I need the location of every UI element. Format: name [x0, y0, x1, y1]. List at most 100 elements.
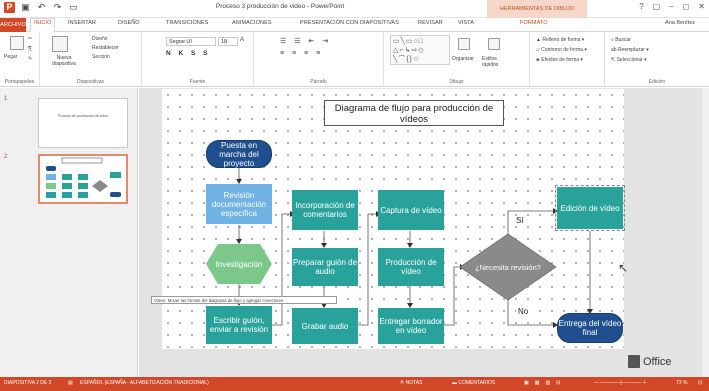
paste-icon[interactable]: [10, 36, 24, 50]
node-text: Entregar borrador en vídeo: [379, 317, 443, 335]
undo-icon[interactable]: ↶: [36, 2, 47, 13]
tab-inicio[interactable]: INICIO: [30, 18, 56, 32]
group-label: Dibujo: [449, 79, 464, 85]
vertical-scrollbar[interactable]: [701, 88, 709, 377]
tab-formato[interactable]: FORMATO: [520, 20, 548, 26]
redo-icon[interactable]: ↷: [52, 2, 63, 13]
cut-icon[interactable]: ✂: [28, 36, 32, 42]
shape-outline-button[interactable]: ▱ Contorno de forma ▾: [536, 47, 587, 53]
office-logo: Office: [628, 355, 672, 368]
node-text: Captura de vídeo: [380, 205, 442, 215]
group-label: Párrafo: [310, 79, 327, 85]
save-icon[interactable]: ▣: [20, 2, 31, 13]
language-indicator[interactable]: ESPAÑOL (ESPAÑA - ALFABETIZACIÓN TRADICI…: [80, 380, 209, 386]
select-button[interactable]: ⇱ Seleccionar ▾: [611, 57, 647, 63]
list-buttons[interactable]: ☰ ☰ ⇤ ⇥: [280, 37, 331, 45]
proofing-icon[interactable]: ▤: [68, 380, 73, 386]
notes-button[interactable]: ≜ NOTAS: [400, 380, 422, 386]
label-no: No: [516, 307, 531, 316]
slide-thumbnail-2[interactable]: [38, 154, 128, 204]
node-captura-video[interactable]: Captura de vídeo: [378, 190, 444, 230]
node-entrega-final[interactable]: Entrega del vídeo final: [557, 313, 623, 343]
node-text: Producción de vídeo: [385, 258, 437, 276]
paste-button[interactable]: Pegar: [4, 54, 17, 60]
node-text: ¿Necesita revisión?: [475, 262, 541, 272]
node-text: Investigación: [215, 259, 263, 269]
close-icon[interactable]: ✕: [698, 2, 705, 11]
tab-presentacion[interactable]: PRESENTACIÓN CON DIAPOSITIVAS: [300, 20, 399, 26]
comments-label: COMENTARIOS: [458, 380, 496, 386]
fit-slide-icon[interactable]: ⊡: [698, 380, 702, 386]
document-title: Proceso 3 producción de video - PowerPoi…: [215, 3, 345, 10]
slide-thumbnail-1[interactable]: Proceso de producción de vídeo: [38, 98, 128, 148]
tab-transiciones[interactable]: TRANSICIONES: [166, 20, 208, 26]
node-revision-documentacion[interactable]: Revisión documentación específica: [206, 184, 272, 224]
font-name-box[interactable]: Segoe UI: [166, 37, 216, 46]
new-slide-icon[interactable]: [52, 36, 68, 52]
quick-styles-button[interactable]: Estilos rápidos: [482, 56, 512, 68]
shape-effects-button[interactable]: ◈ Efectos de forma ▾: [536, 57, 583, 63]
shapes-gallery[interactable]: ▭╲▭○□ △⌐↳⇨◇ ╲⌒{}☆: [390, 35, 450, 65]
tab-animaciones[interactable]: ANIMACIONES: [232, 20, 272, 26]
tab-diseno[interactable]: DISEÑO: [118, 20, 140, 26]
node-necesita-revision[interactable]: ¿Necesita revisión?: [474, 251, 542, 283]
node-escribir-guion[interactable]: Escribir guión, enviar a revisión: [206, 306, 272, 344]
slide-2[interactable]: Puesta en marcha del proyecto Revisión d…: [162, 89, 628, 349]
tab-insertar[interactable]: INSERTAR: [68, 20, 96, 26]
font-format-buttons[interactable]: N K S S: [166, 50, 210, 57]
align-buttons[interactable]: ≡ ≡ ≡ ≡: [280, 50, 323, 57]
grow-font-icon[interactable]: A: [240, 37, 244, 43]
comments-button[interactable]: ▬ COMENTARIOS: [452, 380, 495, 386]
help-icon[interactable]: ?: [639, 2, 643, 11]
tab-revisar[interactable]: REVISAR: [418, 20, 443, 26]
minimize-icon[interactable]: –: [669, 2, 673, 11]
slide-thumbnail-title: Proceso de producción de vídeo: [57, 114, 109, 118]
node-entregar-borrador[interactable]: Entregar borrador en vídeo: [378, 308, 444, 344]
user-name[interactable]: Ana Benítez: [665, 20, 695, 26]
notes-label: NOTAS: [405, 380, 423, 386]
node-investigacion[interactable]: Investigación: [206, 244, 272, 284]
section-button[interactable]: Sección: [92, 54, 110, 60]
shape-outline-label: Contorno de forma: [541, 47, 583, 53]
group-dibujo: ▭╲▭○□ △⌐↳⇨◇ ╲⌒{}☆ Organizar Estilos rápido…: [384, 32, 530, 87]
new-slide-button[interactable]: Nueva diapositiva: [46, 55, 82, 67]
find-button[interactable]: ⌕ Buscar: [611, 37, 631, 43]
layout-button[interactable]: Diseño: [92, 36, 108, 42]
tab-archivo[interactable]: ARCHIVO: [0, 18, 26, 32]
arrange-button[interactable]: Organizar: [452, 56, 474, 62]
powerpoint-icon[interactable]: P: [4, 2, 15, 13]
tab-vista[interactable]: VISTA: [458, 20, 474, 26]
ribbon: Pegar ✂ ⎘ ✎ Portapapeles Nueva diapositi…: [0, 32, 709, 87]
presentation-icon[interactable]: ▭: [68, 2, 79, 13]
replace-button[interactable]: ab Reemplazar ▾: [611, 47, 649, 53]
node-incorporacion-comentarios[interactable]: Incorporación de comentarios: [292, 190, 358, 230]
restore-icon[interactable]: ◻: [683, 2, 690, 11]
slide-indicator: DIAPOSITIVA 2 DE 3: [4, 380, 52, 386]
zoom-level[interactable]: 73 %: [676, 380, 687, 386]
ribbon-tabs: ARCHIVO INICIO INSERTAR DISEÑO TRANSICIO…: [0, 18, 709, 32]
view-buttons[interactable]: ▣▦▥⊟: [524, 380, 566, 386]
flowchart-title[interactable]: Diagrama de flujo para producción de víd…: [324, 100, 504, 126]
group-edicion: ⌕ Buscar ab Reemplazar ▾ ⇱ Seleccionar ▾…: [605, 32, 709, 87]
node-puesta-en-marcha[interactable]: Puesta en marcha del proyecto: [206, 140, 272, 168]
quick-styles-icon[interactable]: [488, 38, 500, 50]
node-text: Escribir guión, enviar a revisión: [209, 316, 269, 334]
status-bar: DIAPOSITIVA 2 DE 3 ▤ ESPAÑOL (ESPAÑA - A…: [0, 377, 709, 391]
group-parrafo: ☰ ☰ ⇤ ⇥ ≡ ≡ ≡ ≡ Párrafo: [254, 32, 384, 87]
slide-thumbnail-diagram: [46, 157, 121, 198]
copy-icon[interactable]: ⎘: [28, 46, 32, 52]
font-size-box[interactable]: 18: [218, 37, 238, 46]
ribbon-display-icon[interactable]: ▢: [653, 2, 661, 11]
shape-fill-button[interactable]: ▲ Relleno de forma ▾: [536, 37, 584, 43]
group-shape-format: ▲ Relleno de forma ▾ ▱ Contorno de forma…: [530, 32, 605, 87]
node-preparar-guion-audio[interactable]: Preparar guión de audio: [292, 248, 358, 286]
zoom-slider[interactable]: — ————|———— +: [594, 380, 646, 386]
format-painter-icon[interactable]: ✎: [28, 56, 32, 62]
select-label: Seleccionar: [616, 57, 643, 63]
node-produccion-video[interactable]: Producción de vídeo: [378, 248, 444, 286]
arrange-icon[interactable]: [458, 38, 470, 50]
node-grabar-audio[interactable]: Grabar audio: [292, 308, 358, 344]
node-edicion-video[interactable]: Edición de vídeo: [555, 185, 625, 231]
reset-button[interactable]: Restablecer: [92, 45, 119, 51]
office-logo-text: Office: [643, 355, 672, 368]
